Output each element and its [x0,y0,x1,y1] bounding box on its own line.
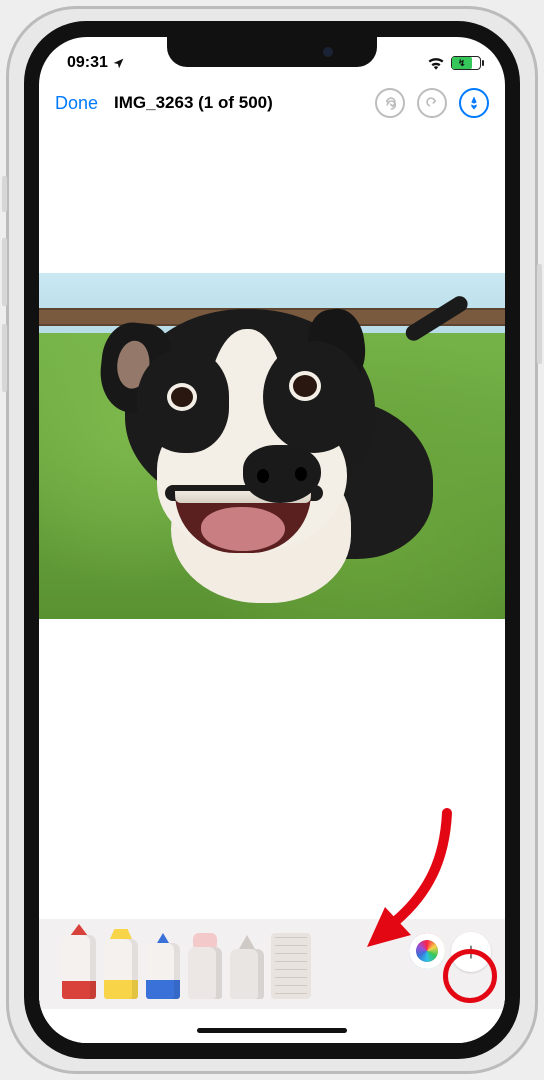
nav-title: IMG_3263 (1 of 500) [114,93,273,113]
plus-icon: + [463,939,478,965]
nav-bar: Done IMG_3263 (1 of 500) [39,81,505,125]
status-left: 09:31 [67,54,125,72]
screen: 09:31 ↯ Done IMG_3263 (1 of 500 [39,37,505,1043]
phone-bezel: 09:31 ↯ Done IMG_3263 (1 of 500 [24,21,520,1059]
wifi-icon [427,56,445,70]
markup-toolbar: + [39,919,505,1009]
highlighter-tool[interactable] [103,929,139,999]
pen-tool[interactable] [61,924,97,999]
lasso-tool[interactable] [229,935,265,999]
add-button[interactable]: + [451,932,491,972]
status-right: ↯ [427,56,481,70]
done-button[interactable]: Done [55,93,98,114]
notch [167,37,377,67]
ruler-tool[interactable] [271,933,311,999]
undo-button[interactable] [375,88,405,118]
markup-toolbar-wrap: + [39,913,505,1043]
photo-preview[interactable] [39,273,505,619]
location-icon [112,57,125,70]
volume-down-button [2,324,7,392]
eraser-tool[interactable] [187,933,223,999]
color-picker-button[interactable] [409,933,445,969]
phone-frame: 09:31 ↯ Done IMG_3263 (1 of 500 [6,6,538,1074]
markup-pen-button[interactable] [459,88,489,118]
pencil-tool[interactable] [145,933,181,999]
photo-subject-dog [83,303,463,613]
side-button [537,264,542,364]
home-indicator[interactable] [197,1028,347,1033]
silent-switch [2,176,7,212]
volume-up-button [2,238,7,306]
redo-button[interactable] [417,88,447,118]
charging-icon: ↯ [458,59,466,68]
status-time: 09:31 [67,54,108,72]
battery-icon: ↯ [451,56,481,70]
canvas-area[interactable]: + [39,125,505,1043]
